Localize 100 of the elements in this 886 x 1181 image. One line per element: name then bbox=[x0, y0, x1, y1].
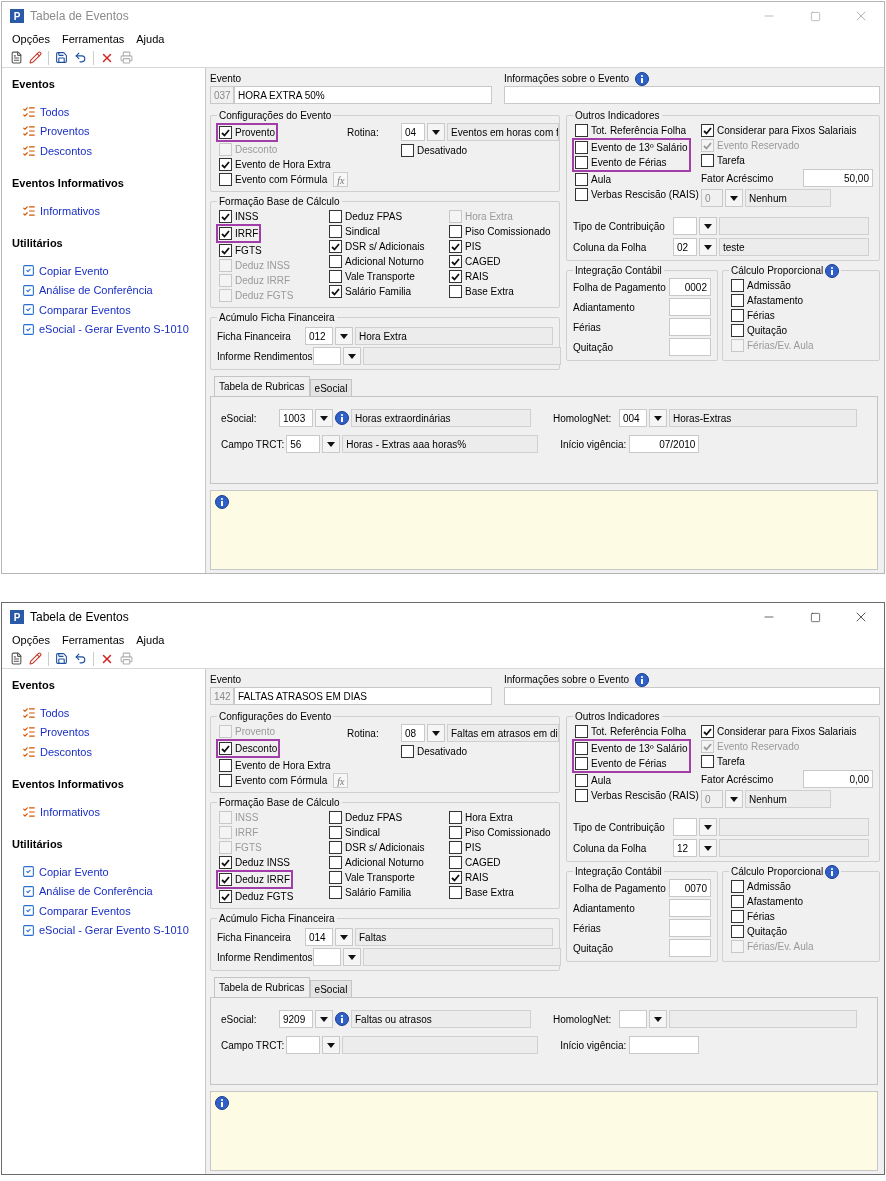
checkbox[interactable]: Evento de Férias bbox=[575, 155, 688, 170]
dropdown-button[interactable] bbox=[649, 1010, 667, 1028]
sidebar-link[interactable]: Informativos bbox=[22, 803, 205, 820]
checkbox[interactable]: RAIS bbox=[449, 269, 553, 284]
menu-item[interactable]: Ferramentas bbox=[61, 30, 125, 48]
checkbox[interactable]: FGTS bbox=[219, 243, 329, 258]
menu-item[interactable]: Opções bbox=[12, 30, 50, 48]
code-field[interactable]: 004 bbox=[619, 409, 647, 427]
dropdown-button[interactable] bbox=[427, 123, 445, 141]
checkbox[interactable]: Desativado bbox=[401, 744, 559, 759]
formula-button[interactable]: fx bbox=[333, 172, 349, 187]
sidebar-link[interactable]: Análise de Conferência bbox=[22, 282, 205, 299]
dropdown-button[interactable] bbox=[322, 1036, 341, 1054]
checkbox[interactable]: Admissão bbox=[731, 278, 873, 293]
account-field[interactable] bbox=[669, 318, 711, 336]
save-icon[interactable] bbox=[55, 652, 68, 665]
pencil-icon[interactable] bbox=[29, 51, 42, 64]
checkbox[interactable]: Evento de Hora Extra bbox=[219, 758, 343, 773]
code-field[interactable]: 56 bbox=[286, 435, 321, 453]
tab[interactable]: eSocial bbox=[309, 980, 353, 997]
pencil-icon[interactable] bbox=[29, 652, 42, 665]
formula-button[interactable]: fx bbox=[333, 773, 349, 788]
checkbox[interactable]: Deduz FPAS bbox=[329, 209, 449, 224]
info-icon[interactable] bbox=[635, 71, 650, 86]
info-field[interactable] bbox=[504, 687, 880, 705]
account-field[interactable] bbox=[669, 298, 711, 316]
menu-item[interactable]: Ajuda bbox=[136, 631, 165, 649]
checkbox[interactable]: Hora Extra bbox=[449, 810, 553, 825]
tab[interactable]: eSocial bbox=[309, 379, 353, 396]
menu-item[interactable]: Ferramentas bbox=[61, 631, 125, 649]
checkbox[interactable]: Base Extra bbox=[449, 284, 553, 299]
sidebar-link[interactable]: Copiar Evento bbox=[22, 863, 205, 880]
checkbox[interactable]: DSR s/ Adicionais bbox=[329, 239, 449, 254]
new-document-icon[interactable] bbox=[10, 652, 23, 665]
dropdown-button[interactable] bbox=[342, 948, 361, 966]
sidebar-link[interactable]: Proventos bbox=[22, 123, 205, 140]
dropdown-button[interactable] bbox=[427, 724, 445, 742]
dropdown-button[interactable] bbox=[335, 327, 353, 345]
dropdown-button[interactable] bbox=[315, 1010, 333, 1028]
checkbox[interactable]: Evento com Fórmula bbox=[219, 773, 328, 788]
checkbox[interactable]: Piso Comissionado bbox=[449, 224, 553, 239]
account-field[interactable] bbox=[669, 919, 711, 937]
number-field[interactable]: 50,00 bbox=[803, 169, 873, 187]
code-field[interactable]: 08 bbox=[401, 724, 425, 742]
code-field[interactable]: 014 bbox=[305, 928, 333, 946]
sidebar-link[interactable]: Comparar Eventos bbox=[22, 902, 205, 919]
undo-icon[interactable] bbox=[74, 51, 87, 64]
sidebar-link[interactable]: Descontos bbox=[22, 142, 205, 159]
code-field[interactable]: 04 bbox=[401, 123, 425, 141]
code-field[interactable]: 9209 bbox=[279, 1010, 313, 1028]
undo-icon[interactable] bbox=[74, 652, 87, 665]
info-icon[interactable] bbox=[825, 263, 840, 278]
sidebar-link[interactable]: eSocial - Gerar Evento S-1010 bbox=[22, 321, 205, 338]
checkbox[interactable]: Afastamento bbox=[731, 894, 873, 909]
checkbox[interactable]: Vale Transporte bbox=[329, 269, 449, 284]
dropdown-button[interactable] bbox=[725, 189, 743, 207]
checkbox[interactable]: Deduz FPAS bbox=[329, 810, 449, 825]
checkbox[interactable]: RAIS bbox=[449, 870, 553, 885]
checkbox[interactable]: CAGED bbox=[449, 254, 553, 269]
date-field[interactable] bbox=[629, 1036, 700, 1054]
dropdown-button[interactable] bbox=[335, 928, 353, 946]
info-icon[interactable] bbox=[335, 411, 349, 425]
checkbox[interactable]: PIS bbox=[449, 239, 553, 254]
checkbox[interactable]: PIS bbox=[449, 840, 553, 855]
checkbox[interactable]: Provento bbox=[219, 125, 276, 140]
account-field[interactable]: 0070 bbox=[669, 879, 711, 897]
checkbox[interactable]: Sindical bbox=[329, 825, 449, 840]
save-icon[interactable] bbox=[55, 51, 68, 64]
checkbox[interactable]: Evento de Férias bbox=[575, 756, 688, 771]
checkbox[interactable]: Salário Familia bbox=[329, 885, 449, 900]
checkbox[interactable]: Vale Transporte bbox=[329, 870, 449, 885]
dropdown-button[interactable] bbox=[699, 238, 717, 256]
info-icon[interactable] bbox=[635, 672, 650, 687]
code-field[interactable]: 012 bbox=[305, 327, 333, 345]
sidebar-link[interactable]: Informativos bbox=[22, 202, 205, 219]
code-field[interactable] bbox=[619, 1010, 647, 1028]
checkbox[interactable]: Verbas Rescisão (RAIS) bbox=[575, 788, 701, 803]
dropdown-button[interactable] bbox=[725, 790, 743, 808]
dropdown-button[interactable] bbox=[322, 435, 341, 453]
info-icon[interactable] bbox=[215, 1096, 229, 1110]
dropdown-button[interactable] bbox=[342, 347, 361, 365]
menu-item[interactable]: Opções bbox=[12, 631, 50, 649]
checkbox[interactable]: Admissão bbox=[731, 879, 873, 894]
checkbox[interactable]: Salário Familia bbox=[329, 284, 449, 299]
checkbox[interactable]: Férias bbox=[731, 308, 873, 323]
code-field[interactable] bbox=[312, 347, 341, 365]
code-field[interactable] bbox=[673, 217, 697, 235]
account-field[interactable] bbox=[669, 338, 711, 356]
dropdown-button[interactable] bbox=[699, 818, 717, 836]
code-field[interactable] bbox=[673, 818, 697, 836]
tab[interactable]: Tabela de Rubricas bbox=[214, 977, 310, 997]
checkbox[interactable]: Deduz FGTS bbox=[219, 889, 329, 904]
checkbox[interactable]: Desativado bbox=[401, 143, 559, 158]
info-icon[interactable] bbox=[335, 1012, 349, 1026]
checkbox[interactable]: Tarefa bbox=[701, 754, 873, 769]
new-document-icon[interactable] bbox=[10, 51, 23, 64]
checkbox[interactable]: Piso Comissionado bbox=[449, 825, 553, 840]
code-field[interactable]: 12 bbox=[673, 839, 697, 857]
checkbox[interactable]: Quitação bbox=[731, 924, 873, 939]
dropdown-button[interactable] bbox=[699, 217, 717, 235]
